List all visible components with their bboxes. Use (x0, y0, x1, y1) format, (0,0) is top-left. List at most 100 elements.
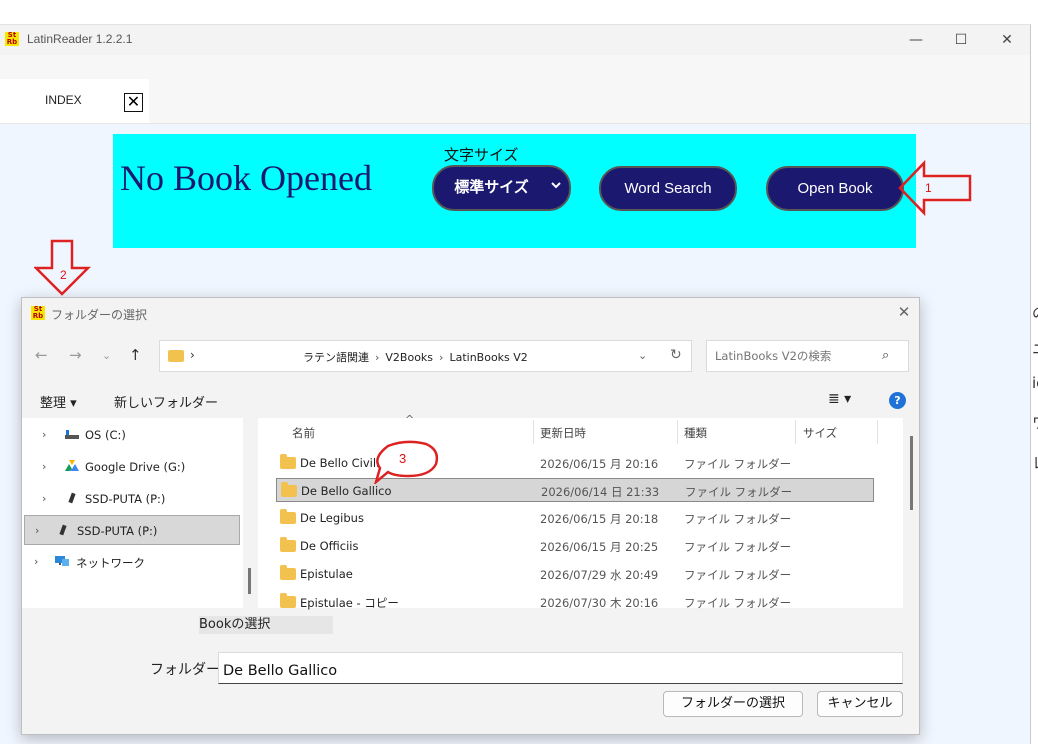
chevron-right-icon[interactable]: › (34, 555, 38, 568)
view-options-icon[interactable]: ≣ ▾ (828, 391, 851, 407)
breadcrumb-item[interactable]: LatinBooks V2 (449, 351, 527, 364)
google-drive-icon (65, 460, 79, 471)
recent-dropdown-icon[interactable]: ⌄ (102, 349, 111, 362)
tab-close-icon[interactable]: ✕ (124, 93, 143, 112)
chevron-down-icon[interactable]: ⌄ (638, 349, 647, 362)
background-text-fragments: の ニ ic ワ レ (1030, 300, 1038, 480)
chevron-right-icon: › (439, 351, 444, 364)
nav-item-label: SSD-PUTA (P:) (85, 492, 166, 506)
dialog-title: フォルダーの選択 (51, 308, 148, 322)
dialog-close-icon[interactable]: ✕ (894, 303, 914, 321)
maximize-button[interactable]: ☐ (941, 29, 981, 51)
chevron-right-icon[interactable]: › (42, 428, 46, 441)
file-type: ファイル フォルダー (684, 512, 792, 526)
refresh-icon[interactable]: ↻ (670, 347, 682, 363)
nav-item-google-drive[interactable]: › Google Drive (G:) (22, 452, 243, 482)
toolbar-strip (0, 55, 1030, 79)
breadcrumb-item[interactable]: ラテン語関連 (303, 351, 369, 364)
file-type: ファイル フォルダー (684, 457, 792, 471)
file-date: 2026/06/14 日 21:33 (541, 485, 660, 499)
column-header-name[interactable]: 名前 (292, 425, 315, 441)
folder-icon (280, 565, 296, 580)
folder-icon (281, 482, 297, 497)
fragment-text: ニ (1032, 338, 1038, 359)
column-divider[interactable] (677, 420, 678, 444)
file-name: Epistulae (300, 567, 353, 581)
organize-button[interactable]: 整理 ▾ (40, 392, 77, 411)
cancel-button[interactable]: キャンセル (817, 691, 903, 717)
chevron-right-icon[interactable]: › (35, 524, 39, 537)
callout-label-3: 3 (399, 451, 407, 466)
search-box[interactable]: ⌕ (706, 340, 909, 372)
file-name: De Bello Civili (300, 456, 380, 470)
folder-name-field[interactable] (218, 652, 903, 684)
search-input[interactable] (715, 349, 875, 363)
folder-icon (280, 454, 296, 469)
book-select-label: Bookの選択 (199, 616, 333, 634)
select-folder-button[interactable]: フォルダーの選択 (663, 691, 803, 717)
file-date: 2026/07/29 水 20:49 (540, 568, 659, 582)
drive-icon (65, 430, 79, 439)
file-name: Epistulae - コピー (300, 596, 399, 610)
file-row[interactable]: Epistulae 2026/07/29 水 20:49 ファイル フォルダー (276, 562, 874, 586)
callout-arrow-1 (898, 159, 972, 217)
navigation-pane: › OS (C:) › Google Drive (G:) › SSD-PUTA… (22, 418, 243, 608)
chevron-down-icon (551, 182, 561, 189)
file-type: ファイル フォルダー (684, 568, 792, 582)
file-row-selected[interactable]: De Bello Gallico 2026/06/14 日 21:33 ファイル… (276, 478, 874, 502)
chevron-right-icon: › (375, 351, 380, 364)
address-bar[interactable]: › ラテン語関連 › V2Books › LatinBooks V2 ⌄ ↻ (159, 340, 692, 372)
close-window-button[interactable]: ✕ (987, 29, 1027, 51)
file-list-pane: ^ 名前 更新日時 種類 サイズ De Bello Civili 2026/06… (258, 413, 903, 610)
window-title: LatinReader 1.2.2.1 (27, 32, 133, 46)
nav-item-ssd-puta[interactable]: › SSD-PUTA (P:) (22, 484, 243, 514)
file-row[interactable]: De Bello Civili 2026/06/15 月 20:16 ファイル … (276, 451, 874, 475)
app-logo: St Rb (5, 32, 19, 46)
nav-item-ssd-puta-selected[interactable]: › SSD-PUTA (P:) (24, 515, 240, 545)
file-row[interactable]: De Officiis 2026/06/15 月 20:25 ファイル フォルダ… (276, 534, 874, 558)
breadcrumb-item[interactable]: V2Books (385, 351, 433, 364)
nav-scrollbar[interactable] (248, 568, 251, 594)
help-icon[interactable]: ? (889, 392, 906, 409)
column-divider[interactable] (877, 420, 878, 444)
usb-drive-icon (59, 524, 67, 536)
folder-icon (168, 350, 184, 362)
fragment-text: の (1032, 302, 1038, 323)
column-header-date[interactable]: 更新日時 (540, 425, 586, 441)
search-icon[interactable]: ⌕ (882, 348, 889, 363)
column-divider[interactable] (795, 420, 796, 444)
column-header-type[interactable]: 種類 (684, 425, 707, 441)
file-date: 2026/07/30 木 20:16 (540, 596, 659, 610)
folder-icon (280, 537, 296, 552)
tab-index-label: INDEX (45, 93, 82, 107)
column-header-size[interactable]: サイズ (803, 425, 837, 441)
nav-item-label: Google Drive (G:) (85, 460, 186, 474)
column-divider[interactable] (533, 420, 534, 444)
file-row[interactable]: Epistulae - コピー 2026/07/30 木 20:16 ファイル … (276, 590, 874, 614)
word-search-button[interactable]: Word Search (599, 166, 737, 211)
fragment-text: レ (1032, 452, 1038, 473)
back-arrow-icon[interactable]: ← (35, 346, 48, 364)
chevron-right-icon[interactable]: › (190, 348, 195, 362)
chevron-right-icon[interactable]: › (42, 492, 46, 505)
tab-bar (0, 79, 1030, 124)
file-date: 2026/06/15 月 20:16 (540, 457, 659, 471)
minimize-button[interactable]: — (896, 29, 936, 51)
forward-arrow-icon[interactable]: → (69, 346, 82, 364)
nav-item-label: ネットワーク (76, 556, 145, 570)
dialog-logo: St Rb (31, 306, 45, 320)
font-size-label: 文字サイズ (444, 147, 519, 164)
new-folder-button[interactable]: 新しいフォルダー (114, 392, 218, 411)
up-arrow-icon[interactable]: ↑ (129, 346, 142, 364)
nav-item-network[interactable]: › ネットワーク (22, 547, 243, 577)
callout-label-2: 2 (60, 268, 67, 282)
nav-item-os-c[interactable]: › OS (C:) (22, 420, 243, 450)
chevron-right-icon[interactable]: › (42, 460, 46, 473)
file-name: De Legibus (300, 511, 364, 525)
fragment-text: ic (1032, 374, 1038, 392)
open-book-button[interactable]: Open Book (766, 166, 904, 211)
file-row[interactable]: De Legibus 2026/06/15 月 20:18 ファイル フォルダー (276, 506, 874, 530)
file-list-scrollbar[interactable] (910, 436, 913, 510)
folder-icon (280, 593, 296, 608)
file-type: ファイル フォルダー (684, 596, 792, 610)
